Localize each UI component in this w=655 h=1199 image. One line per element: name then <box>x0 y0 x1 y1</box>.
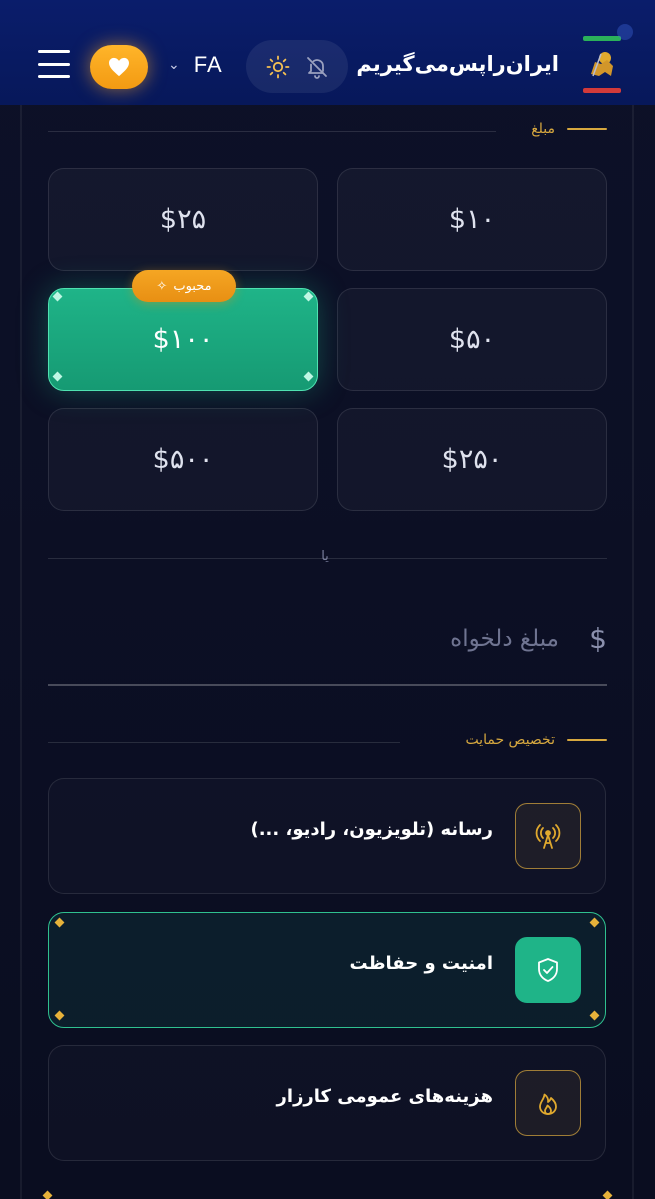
donation-page: ⌄ FA ایران‌راپس‌می‌گیری <box>0 0 655 1199</box>
brand-title[interactable]: ایران‌راپس‌می‌گیریم <box>356 52 559 76</box>
amount-section-header: مبلغ <box>531 121 607 137</box>
allocation-option-general-campaign[interactable]: هزینه‌های عمومی کارزار <box>48 1045 606 1161</box>
decorative-dot <box>617 24 633 40</box>
broadcast-icon <box>515 803 581 869</box>
amount-value: $۱۰ <box>448 204 496 235</box>
amount-section-label: مبلغ <box>531 121 555 137</box>
currency-symbol: $ <box>589 622 607 655</box>
amount-option-500[interactable]: $۵۰۰ <box>48 408 318 511</box>
notifications-off-bell-icon[interactable] <box>302 52 332 82</box>
custom-amount-placeholder: مبلغ دلخواه <box>450 626 559 652</box>
sparkle-icon: ✧ <box>156 278 168 294</box>
panel-border-left <box>20 105 22 1199</box>
header-controls <box>246 40 348 93</box>
lion-and-sun-logo-icon[interactable] <box>583 36 621 96</box>
corner-diamond <box>42 1190 53 1199</box>
amount-option-100-selected[interactable]: $۱۰۰ <box>48 288 318 391</box>
theme-toggle-sun-icon[interactable] <box>263 52 293 82</box>
popular-badge-label: محبوب <box>173 278 212 294</box>
heart-icon <box>109 57 129 77</box>
amount-value: $۵۰۰ <box>152 444 214 475</box>
custom-amount-input[interactable]: $ مبلغ دلخواه <box>48 600 607 686</box>
amount-option-250[interactable]: $۲۵۰ <box>337 408 607 511</box>
allocation-label: امنیت و حفاظت <box>349 953 493 974</box>
panel-border-right <box>632 105 634 1199</box>
chevron-down-icon: ⌄ <box>168 57 180 73</box>
amount-option-50[interactable]: $۵۰ <box>337 288 607 391</box>
allocation-section-label: تخصیص حمایت <box>465 732 555 748</box>
popular-badge: ✧ محبوب <box>132 270 236 302</box>
flame-icon <box>515 1070 581 1136</box>
amount-value: $۱۰۰ <box>152 324 214 355</box>
hamburger-menu-icon[interactable] <box>38 50 70 78</box>
amount-value: $۵۰ <box>448 324 496 355</box>
shield-check-icon <box>515 937 581 1003</box>
section-divider <box>48 131 496 132</box>
allocation-option-media[interactable]: رسانه (تلویزیون، رادیو، ...) <box>48 778 606 894</box>
section-divider <box>48 742 400 743</box>
amount-option-25[interactable]: $۲۵ <box>48 168 318 271</box>
amount-option-10[interactable]: $۱۰ <box>337 168 607 271</box>
allocation-option-security-selected[interactable]: امنیت و حفاظت <box>48 912 606 1028</box>
allocation-label: رسانه (تلویزیون، رادیو، ...) <box>250 819 493 840</box>
top-header: ⌄ FA ایران‌راپس‌می‌گیری <box>0 0 655 105</box>
amount-value: $۲۵ <box>159 204 207 235</box>
amount-value: $۲۵۰ <box>441 444 503 475</box>
language-code: FA <box>193 52 223 77</box>
corner-diamond <box>602 1190 613 1199</box>
language-selector[interactable]: ⌄ FA <box>168 50 223 80</box>
allocation-section-header: تخصیص حمایت <box>465 732 607 748</box>
gold-accent-line <box>567 739 607 741</box>
donate-heart-button[interactable] <box>90 45 148 89</box>
allocation-label: هزینه‌های عمومی کارزار <box>276 1086 493 1107</box>
gold-accent-line <box>567 128 607 130</box>
or-label: یا <box>321 549 329 564</box>
